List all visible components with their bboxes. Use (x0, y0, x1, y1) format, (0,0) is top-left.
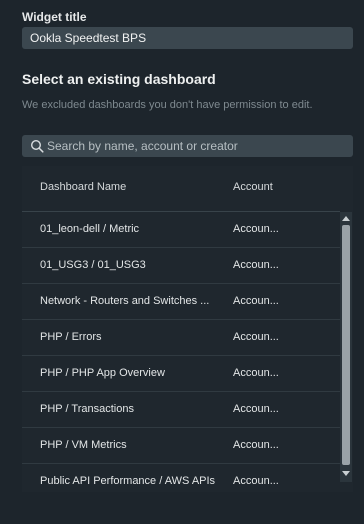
account-cell: Accoun... (233, 259, 279, 271)
dashboard-name-cell: 01_USG3 / 01_USG3 (40, 259, 146, 271)
table-row[interactable]: PHP / PHP App Overview Accoun... (22, 356, 340, 392)
dashboard-name-cell: PHP / Transactions (40, 403, 134, 415)
scroll-down-arrow-icon[interactable] (342, 471, 350, 476)
dashboard-name-cell: Public API Performance / AWS APIs (40, 475, 216, 487)
scrollbar-thumb[interactable] (342, 225, 350, 465)
scroll-up-arrow-icon[interactable] (342, 216, 350, 221)
dashboard-picker-panel: Widget title Select an existing dashboar… (0, 0, 364, 524)
permission-note: We excluded dashboards you don't have pe… (22, 99, 313, 111)
column-header-dashboard-name[interactable]: Dashboard Name (40, 181, 126, 193)
table-body: 01_leon-dell / Metric Accoun... 01_USG3 … (22, 212, 340, 492)
table-row[interactable]: Public API Performance / AWS APIs Accoun… (22, 464, 340, 492)
dashboard-name-cell: PHP / Errors (40, 331, 102, 343)
dashboard-name-cell: Network - Routers and Switches ... (40, 295, 210, 307)
table-scrollbar[interactable] (340, 212, 352, 482)
search-box[interactable] (22, 135, 353, 157)
account-cell: Accoun... (233, 403, 279, 415)
account-cell: Accoun... (233, 475, 279, 487)
account-cell: Accoun... (233, 295, 279, 307)
account-cell: Accoun... (233, 223, 279, 235)
search-input[interactable] (47, 135, 347, 157)
column-header-account[interactable]: Account (233, 181, 273, 193)
dashboard-name-cell: PHP / PHP App Overview (40, 367, 165, 379)
search-icon (30, 139, 44, 153)
table-row[interactable]: PHP / Errors Accoun... (22, 320, 340, 356)
table-row[interactable]: 01_USG3 / 01_USG3 Accoun... (22, 248, 340, 284)
table-row[interactable]: 01_leon-dell / Metric Accoun... (22, 212, 340, 248)
account-cell: Accoun... (233, 367, 279, 379)
account-cell: Accoun... (233, 439, 279, 451)
widget-title-label: Widget title (22, 10, 87, 24)
widget-title-input[interactable] (22, 27, 353, 49)
table-row[interactable]: PHP / Transactions Accoun... (22, 392, 340, 428)
dashboard-name-cell: PHP / VM Metrics (40, 439, 127, 451)
table-header: Dashboard Name Account (22, 166, 340, 212)
account-cell: Accoun... (233, 331, 279, 343)
dashboard-table: Dashboard Name Account 01_leon-dell / Me… (22, 166, 353, 492)
section-title: Select an existing dashboard (22, 71, 216, 87)
table-row[interactable]: Network - Routers and Switches ... Accou… (22, 284, 340, 320)
table-row[interactable]: PHP / VM Metrics Accoun... (22, 428, 340, 464)
dashboard-name-cell: 01_leon-dell / Metric (40, 223, 140, 235)
